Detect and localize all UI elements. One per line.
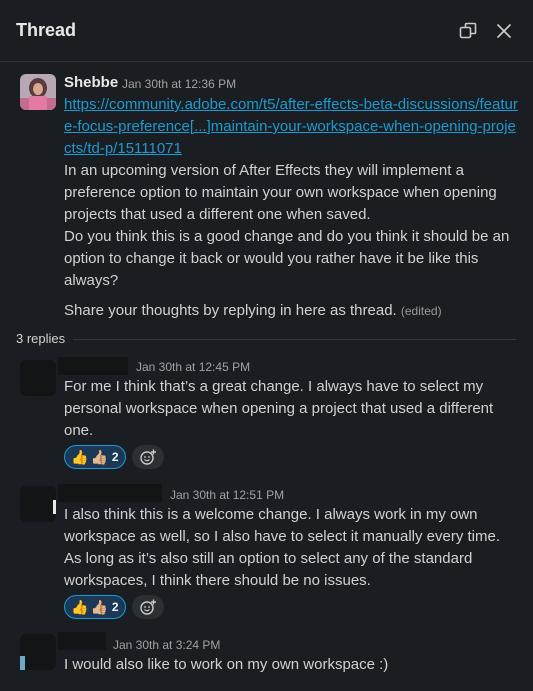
- avatar-fragment: [20, 656, 25, 670]
- add-reaction-button[interactable]: [132, 445, 164, 469]
- thumbs-up-emoji: 👍🏼: [90, 449, 108, 465]
- message-timestamp[interactable]: Jan 30th at 3:24 PM: [113, 638, 220, 652]
- redacted-name: [58, 632, 106, 650]
- message-link[interactable]: https://community.adobe.com/t5/after-eff…: [64, 96, 518, 157]
- reaction-pill[interactable]: 👍 👍🏼 2: [64, 595, 126, 619]
- thumbs-up-emoji: 👍: [71, 599, 89, 615]
- add-reaction-icon: [140, 449, 156, 465]
- message-body: https://community.adobe.com/t5/after-eff…: [64, 94, 519, 322]
- thread-header: Thread: [0, 0, 533, 62]
- avatar[interactable]: [20, 74, 56, 110]
- edited-label: (edited): [400, 304, 442, 318]
- divider-line: [16, 339, 516, 340]
- avatar-image: [20, 74, 56, 110]
- redacted-name: [58, 357, 128, 375]
- author-name[interactable]: Shebbe: [64, 74, 118, 91]
- replies-divider: 3 replies: [16, 331, 516, 347]
- close-button[interactable]: [491, 18, 517, 44]
- add-reaction-button[interactable]: [132, 595, 164, 619]
- message-paragraph: Do you think this is a good change and d…: [64, 228, 510, 289]
- redacted-name: [58, 484, 162, 502]
- close-icon: [497, 24, 511, 38]
- message-timestamp[interactable]: Jan 30th at 12:36 PM: [122, 77, 236, 91]
- reaction-count: 2: [111, 450, 119, 464]
- reaction-count: 2: [111, 600, 119, 614]
- page-title: Thread: [16, 20, 77, 40]
- message-paragraph: Share your thoughts by replying in here …: [64, 302, 397, 319]
- message-paragraph: In an upcoming version of After Effects …: [64, 162, 497, 223]
- pop-out-icon: [459, 22, 477, 39]
- add-reaction-icon: [140, 599, 156, 615]
- thumbs-up-emoji: 👍🏼: [90, 599, 108, 615]
- message-timestamp[interactable]: Jan 30th at 12:45 PM: [136, 360, 250, 374]
- avatar[interactable]: [20, 360, 56, 396]
- message-body: I would also like to work on my own work…: [64, 656, 389, 673]
- avatar[interactable]: [20, 486, 56, 522]
- avatar[interactable]: [20, 634, 56, 670]
- thumbs-up-emoji: 👍: [71, 449, 89, 465]
- message-timestamp[interactable]: Jan 30th at 12:51 PM: [170, 488, 284, 502]
- pop-out-button[interactable]: [455, 18, 481, 44]
- reaction-pill[interactable]: 👍 👍🏼 2: [64, 445, 126, 469]
- avatar-fragment: [53, 500, 56, 514]
- message-body: For me I think that’s a great change. I …: [64, 378, 494, 439]
- message-body: I also think this is a welcome change. I…: [64, 506, 501, 589]
- replies-count: 3 replies: [16, 331, 74, 346]
